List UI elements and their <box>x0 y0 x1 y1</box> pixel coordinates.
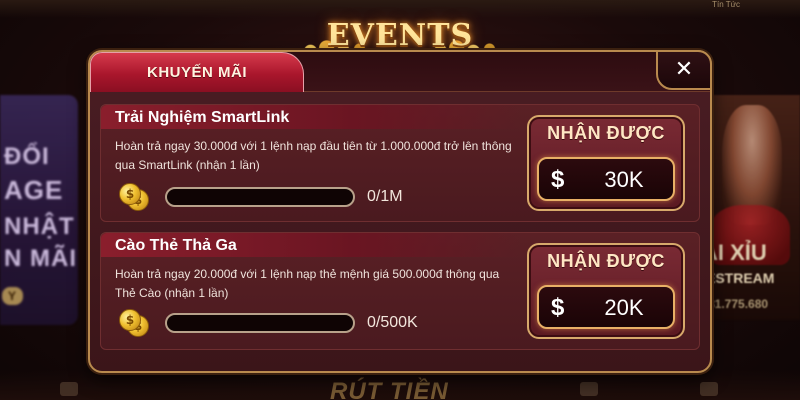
reward-panel: NHẬN ĐƯỢC $ 20K <box>527 243 685 339</box>
reward-amount: 30K <box>604 167 644 192</box>
event-progress-label: 0/1M <box>367 188 403 205</box>
event-progress-bar <box>165 187 355 207</box>
modal-header: KHUYẾN MÃI ✕ <box>90 50 712 92</box>
background-withdraw-label: RÚT TIỀN <box>330 378 449 400</box>
event-list: Trải Nghiệm SmartLink Hoàn trả ngay 30.0… <box>100 104 700 366</box>
close-icon: ✕ <box>674 57 694 82</box>
reward-panel: NHẬN ĐƯỢC $ 30K <box>527 115 685 211</box>
background-bottom-icon <box>60 382 78 396</box>
coin-stack-icon: $ $ <box>119 309 151 339</box>
background-left-text: ĐỔI <box>4 143 50 170</box>
background-left-badge: Y <box>2 287 24 305</box>
background-left-text: AGE <box>4 175 64 205</box>
reward-title: NHẬN ĐƯỢC <box>547 251 665 271</box>
event-card-scratch-card: Cào Thẻ Thả Ga Hoàn trả ngay 20.000đ với… <box>100 232 700 350</box>
event-card-smartlink: Trải Nghiệm SmartLink Hoàn trả ngay 30.0… <box>100 104 700 222</box>
event-title: Trải Nghiệm SmartLink <box>115 109 290 126</box>
dollar-icon: $ <box>551 166 565 193</box>
background-left-game-card: ĐỔI AGE NHẬT N MÃI Y <box>0 95 78 325</box>
event-description: Hoàn trả ngay 30.000đ với 1 lệnh nạp đầu… <box>115 139 512 172</box>
events-title: EVENTS <box>326 18 474 53</box>
claim-reward-button[interactable]: $ 20K <box>537 285 675 329</box>
tab-promotions[interactable]: KHUYẾN MÃI <box>90 52 304 92</box>
event-description: Hoàn trả ngay 20.000đ với 1 lệnh nạp thẻ… <box>115 267 500 300</box>
background-news-label: Tín Tức <box>712 0 740 9</box>
background-left-text: NHẬT <box>4 213 75 240</box>
event-progress-bar <box>165 313 355 333</box>
close-button[interactable]: ✕ <box>656 50 712 90</box>
background-bottom-icon <box>580 382 598 396</box>
promotions-modal: KHUYẾN MÃI ✕ Trải Nghiệm SmartLink Hoàn … <box>88 50 712 373</box>
background-right-text: ESTREAM <box>706 270 775 286</box>
claim-reward-button[interactable]: $ 30K <box>537 157 675 201</box>
reward-amount: 20K <box>604 295 644 320</box>
tab-promotions-label: KHUYẾN MÃI <box>146 64 247 81</box>
background-right-jackpot: 81.775.680 <box>708 297 769 311</box>
event-title: Cào Thẻ Thả Ga <box>115 237 237 254</box>
event-progress-label: 0/500K <box>367 314 418 331</box>
coin-stack-icon: $ $ <box>119 183 151 213</box>
reward-title: NHẬN ĐƯỢC <box>547 123 665 143</box>
background-bottom-icon <box>700 382 718 396</box>
background-right-game-card: AI XỈU ESTREAM 81.775.680 <box>700 95 800 320</box>
background-left-text: N MÃI <box>4 245 77 272</box>
dollar-icon: $ <box>551 294 565 321</box>
